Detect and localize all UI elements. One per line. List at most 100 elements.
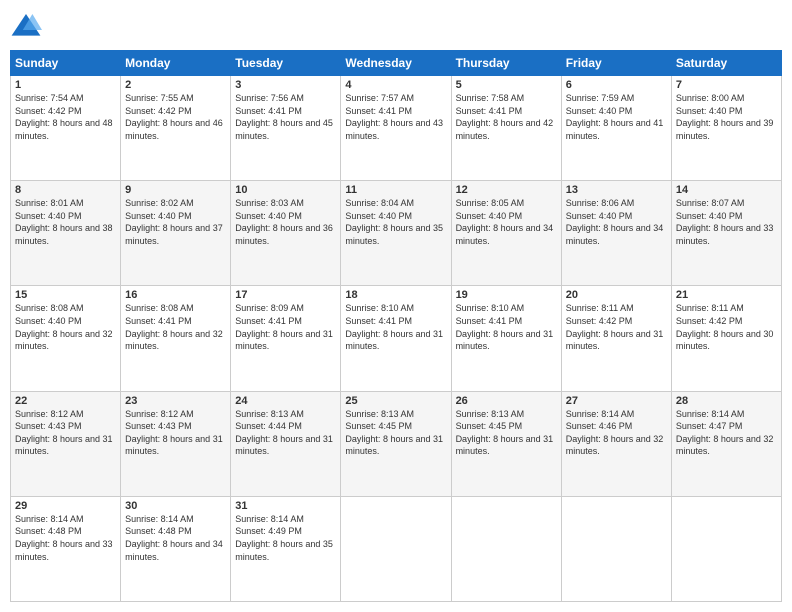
calendar-cell: 31Sunrise: 8:14 AMSunset: 4:49 PMDayligh… (231, 496, 341, 601)
day-info: Sunrise: 8:06 AMSunset: 4:40 PMDaylight:… (566, 198, 664, 246)
day-info: Sunrise: 8:13 AMSunset: 4:45 PMDaylight:… (345, 409, 443, 457)
day-info: Sunrise: 8:03 AMSunset: 4:40 PMDaylight:… (235, 198, 333, 246)
day-info: Sunrise: 8:12 AMSunset: 4:43 PMDaylight:… (15, 409, 113, 457)
calendar-cell: 6Sunrise: 7:59 AMSunset: 4:40 PMDaylight… (561, 76, 671, 181)
weekday-header: Monday (121, 51, 231, 76)
calendar-cell (341, 496, 451, 601)
calendar-cell: 11 Sunrise: 8:04 AMSunset: 4:40 PMDayligh… (341, 181, 451, 286)
calendar-table: SundayMondayTuesdayWednesdayThursdayFrid… (10, 50, 782, 602)
calendar-week-row: 29 Sunrise: 8:14 AMSunset: 4:48 PMDayligh… (11, 496, 782, 601)
calendar-cell: 12Sunrise: 8:05 AMSunset: 4:40 PMDayligh… (451, 181, 561, 286)
day-number: 18 (345, 289, 446, 301)
day-number: 12 (456, 184, 557, 196)
calendar-cell: 13 Sunrise: 8:06 AMSunset: 4:40 PMDayligh… (561, 181, 671, 286)
day-info: Sunrise: 8:14 AMSunset: 4:48 PMDaylight:… (125, 514, 223, 562)
calendar-cell: 7 Sunrise: 8:00 AMSunset: 4:40 PMDaylight… (671, 76, 781, 181)
logo-icon (10, 10, 42, 42)
day-number: 21 (676, 289, 777, 301)
calendar-week-row: 15 Sunrise: 8:08 AMSunset: 4:40 PMDayligh… (11, 286, 782, 391)
day-info: Sunrise: 8:13 AMSunset: 4:45 PMDaylight:… (456, 409, 554, 457)
day-number: 29 (15, 500, 116, 512)
day-info: Sunrise: 7:55 AMSunset: 4:42 PMDaylight:… (125, 93, 223, 141)
day-number: 28 (676, 395, 777, 407)
day-number: 11 (345, 184, 446, 196)
calendar-cell: 22Sunrise: 8:12 AMSunset: 4:43 PMDayligh… (11, 391, 121, 496)
calendar-week-row: 1 Sunrise: 7:54 AMSunset: 4:42 PMDaylight… (11, 76, 782, 181)
calendar-cell: 25 Sunrise: 8:13 AMSunset: 4:45 PMDayligh… (341, 391, 451, 496)
calendar-cell: 20Sunrise: 8:11 AMSunset: 4:42 PMDayligh… (561, 286, 671, 391)
day-number: 31 (235, 500, 336, 512)
day-info: Sunrise: 8:09 AMSunset: 4:41 PMDaylight:… (235, 303, 333, 351)
calendar-cell: 30 Sunrise: 8:14 AMSunset: 4:48 PMDayligh… (121, 496, 231, 601)
calendar-cell: 18Sunrise: 8:10 AMSunset: 4:41 PMDayligh… (341, 286, 451, 391)
calendar-cell: 10 Sunrise: 8:03 AMSunset: 4:40 PMDayligh… (231, 181, 341, 286)
day-info: Sunrise: 8:00 AMSunset: 4:40 PMDaylight:… (676, 93, 774, 141)
calendar-cell: 4 Sunrise: 7:57 AMSunset: 4:41 PMDaylight… (341, 76, 451, 181)
day-number: 24 (235, 395, 336, 407)
day-info: Sunrise: 7:58 AMSunset: 4:41 PMDaylight:… (456, 93, 554, 141)
day-number: 14 (676, 184, 777, 196)
calendar-cell: 28 Sunrise: 8:14 AMSunset: 4:47 PMDayligh… (671, 391, 781, 496)
logo (10, 10, 46, 42)
calendar-cell: 5 Sunrise: 7:58 AMSunset: 4:41 PMDaylight… (451, 76, 561, 181)
day-number: 26 (456, 395, 557, 407)
calendar-cell: 14 Sunrise: 8:07 AMSunset: 4:40 PMDayligh… (671, 181, 781, 286)
calendar-cell (561, 496, 671, 601)
calendar-cell: 8 Sunrise: 8:01 AMSunset: 4:40 PMDaylight… (11, 181, 121, 286)
day-number: 27 (566, 395, 667, 407)
page: SundayMondayTuesdayWednesdayThursdayFrid… (0, 0, 792, 612)
calendar-cell: 19 Sunrise: 8:10 AMSunset: 4:41 PMDayligh… (451, 286, 561, 391)
calendar-week-row: 22Sunrise: 8:12 AMSunset: 4:43 PMDayligh… (11, 391, 782, 496)
day-info: Sunrise: 8:01 AMSunset: 4:40 PMDaylight:… (15, 198, 113, 246)
day-number: 5 (456, 79, 557, 91)
day-info: Sunrise: 7:56 AMSunset: 4:41 PMDaylight:… (235, 93, 333, 141)
day-number: 30 (125, 500, 226, 512)
header (10, 10, 782, 42)
day-number: 19 (456, 289, 557, 301)
calendar-cell: 29 Sunrise: 8:14 AMSunset: 4:48 PMDayligh… (11, 496, 121, 601)
day-number: 1 (15, 79, 116, 91)
day-info: Sunrise: 8:14 AMSunset: 4:46 PMDaylight:… (566, 409, 664, 457)
day-info: Sunrise: 8:07 AMSunset: 4:40 PMDaylight:… (676, 198, 774, 246)
day-number: 8 (15, 184, 116, 196)
day-info: Sunrise: 7:57 AMSunset: 4:41 PMDaylight:… (345, 93, 443, 141)
day-info: Sunrise: 8:14 AMSunset: 4:48 PMDaylight:… (15, 514, 113, 562)
day-number: 6 (566, 79, 667, 91)
calendar-header-row: SundayMondayTuesdayWednesdayThursdayFrid… (11, 51, 782, 76)
calendar-cell: 17 Sunrise: 8:09 AMSunset: 4:41 PMDayligh… (231, 286, 341, 391)
weekday-header: Wednesday (341, 51, 451, 76)
day-info: Sunrise: 7:54 AMSunset: 4:42 PMDaylight:… (15, 93, 113, 141)
calendar-cell (671, 496, 781, 601)
day-number: 23 (125, 395, 226, 407)
day-number: 25 (345, 395, 446, 407)
day-info: Sunrise: 8:12 AMSunset: 4:43 PMDaylight:… (125, 409, 223, 457)
weekday-header: Friday (561, 51, 671, 76)
day-number: 13 (566, 184, 667, 196)
day-info: Sunrise: 8:02 AMSunset: 4:40 PMDaylight:… (125, 198, 223, 246)
day-number: 16 (125, 289, 226, 301)
day-number: 17 (235, 289, 336, 301)
day-number: 15 (15, 289, 116, 301)
weekday-header: Sunday (11, 51, 121, 76)
day-number: 7 (676, 79, 777, 91)
weekday-header: Tuesday (231, 51, 341, 76)
calendar-cell: 23 Sunrise: 8:12 AMSunset: 4:43 PMDayligh… (121, 391, 231, 496)
calendar-cell: 3 Sunrise: 7:56 AMSunset: 4:41 PMDaylight… (231, 76, 341, 181)
weekday-header: Thursday (451, 51, 561, 76)
day-number: 10 (235, 184, 336, 196)
calendar-cell: 26 Sunrise: 8:13 AMSunset: 4:45 PMDayligh… (451, 391, 561, 496)
calendar-cell: 1 Sunrise: 7:54 AMSunset: 4:42 PMDaylight… (11, 76, 121, 181)
calendar-cell: 2 Sunrise: 7:55 AMSunset: 4:42 PMDaylight… (121, 76, 231, 181)
day-info: Sunrise: 8:08 AMSunset: 4:41 PMDaylight:… (125, 303, 223, 351)
day-info: Sunrise: 8:04 AMSunset: 4:40 PMDaylight:… (345, 198, 443, 246)
day-info: Sunrise: 8:14 AMSunset: 4:47 PMDaylight:… (676, 409, 774, 457)
day-number: 2 (125, 79, 226, 91)
day-number: 9 (125, 184, 226, 196)
day-number: 3 (235, 79, 336, 91)
day-info: Sunrise: 8:10 AMSunset: 4:41 PMDaylight:… (456, 303, 554, 351)
day-info: Sunrise: 8:08 AMSunset: 4:40 PMDaylight:… (15, 303, 113, 351)
calendar-cell: 27 Sunrise: 8:14 AMSunset: 4:46 PMDayligh… (561, 391, 671, 496)
day-number: 4 (345, 79, 446, 91)
day-info: Sunrise: 8:13 AMSunset: 4:44 PMDaylight:… (235, 409, 333, 457)
calendar-body: 1 Sunrise: 7:54 AMSunset: 4:42 PMDaylight… (11, 76, 782, 602)
